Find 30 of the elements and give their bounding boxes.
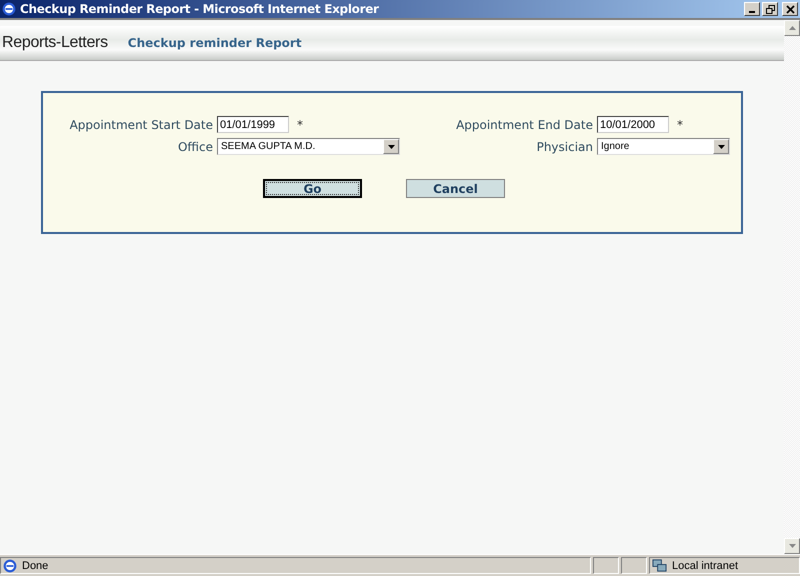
status-pane [621,557,647,574]
status-text: Done [22,560,48,572]
close-icon [786,4,794,14]
page-title: Checkup reminder Report [128,36,302,50]
required-asterisk: * [677,118,683,132]
cancel-button[interactable]: Cancel [406,179,505,198]
network-icon [652,558,667,573]
date-field[interactable]: 10/01/2000 [597,116,669,133]
dropdown-arrow-icon [388,144,394,148]
zone-text: Local intranet [672,560,738,572]
window-title: Checkup Reminder Report - Microsoft Internet Explorer [20,2,379,16]
dropdown[interactable]: Ignore [597,138,730,155]
status-pane [593,557,619,574]
close-button[interactable] [782,2,798,16]
date-field[interactable]: 01/01/1999 [217,116,289,133]
restore-icon [766,4,774,14]
go-button[interactable]: Go [263,179,362,198]
field-label: Office [176,140,213,154]
section-title: Reports-Letters [1,34,108,52]
scrollbar[interactable] [784,20,800,554]
field-label: Appointment Start Date [68,118,213,132]
dropdown-arrow-icon [718,144,724,148]
field-label: Physician [536,140,593,154]
scroll-up-icon [788,26,796,30]
required-asterisk: * [297,118,303,132]
dropdown[interactable]: SEEMA GUPTA M.D. [217,138,400,155]
field-label: Appointment End Date [455,118,593,132]
scroll-down-icon [788,544,796,548]
minimize-button[interactable] [744,2,760,16]
restore-button[interactable] [762,2,778,16]
